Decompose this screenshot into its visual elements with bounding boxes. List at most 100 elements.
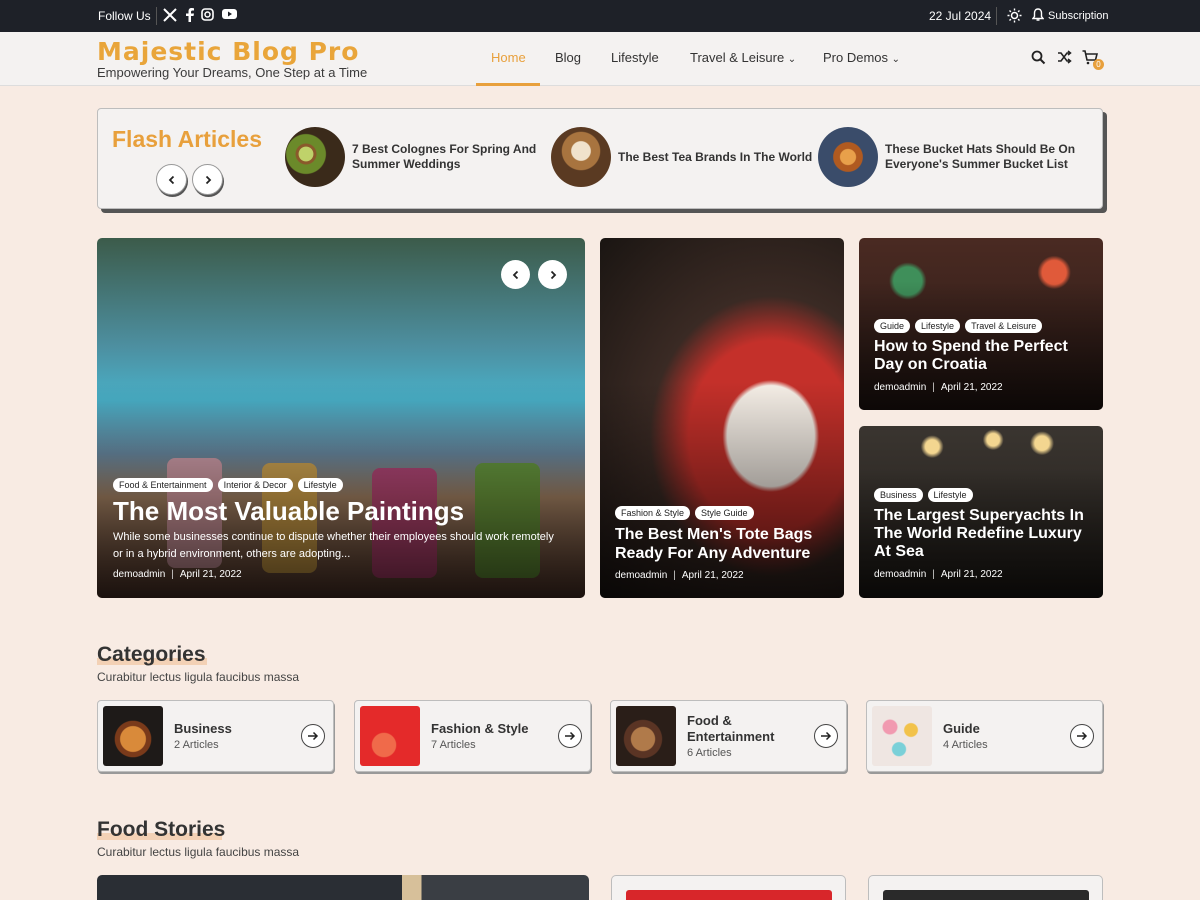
category-tag[interactable]: Guide [874, 319, 911, 333]
flash-prev-button[interactable] [156, 164, 187, 195]
post-title[interactable]: Ready For Any Adventure [615, 544, 812, 563]
category-tag[interactable]: Business [874, 488, 923, 502]
category-name: Fashion & Style [431, 721, 529, 736]
post-title[interactable]: At Sea [874, 543, 1084, 561]
chevron-left-icon [512, 270, 518, 279]
chevron-down-icon: ⌄ [891, 54, 901, 65]
category-tag[interactable]: Lifestyle [915, 319, 961, 333]
article-thumbnail [551, 127, 611, 187]
post-title[interactable]: Day on Croatia [874, 356, 1068, 374]
category-tag[interactable]: Lifestyle [297, 478, 343, 492]
image-overlay [600, 382, 844, 598]
post-title[interactable]: The Most Valuable Paintings [113, 496, 464, 527]
post-title[interactable]: The World Redefine Luxury [874, 525, 1084, 543]
post-author[interactable]: demoadmin [874, 569, 926, 580]
featured-post-main[interactable]: Food & Entertainment Interior & Decor Li… [97, 238, 585, 598]
category-tag[interactable]: Lifestyle [927, 488, 973, 502]
post-title[interactable]: The Largest Superyachts In [874, 507, 1084, 525]
youtube-icon[interactable] [222, 8, 238, 24]
article-title: Summer Weddings [352, 157, 461, 171]
article-title: 7 Best Colognes For Spring And [352, 142, 537, 156]
x-twitter-icon[interactable] [163, 8, 179, 24]
article-title: Everyone's Summer Bucket List [885, 157, 1068, 171]
post-title[interactable]: How to Spend the Perfect [874, 338, 1068, 356]
food-story-card[interactable] [868, 875, 1103, 900]
category-tag[interactable]: Interior & Decor [217, 478, 293, 492]
category-tag[interactable]: Fashion & Style [615, 506, 691, 520]
category-card-food-entertainment[interactable]: Food & Entertainment 6 Articles [610, 700, 847, 772]
nav-label: Travel & Leisure [690, 50, 785, 65]
featured-post[interactable]: Guide Lifestyle Travel & Leisure How to … [859, 238, 1103, 410]
arrow-right-icon[interactable] [1070, 724, 1094, 748]
flash-next-button[interactable] [192, 164, 223, 195]
arrow-right-icon[interactable] [558, 724, 582, 748]
arrow-right-icon[interactable] [814, 724, 838, 748]
arrow-right-icon[interactable] [301, 724, 325, 748]
food-story-card[interactable] [611, 875, 846, 900]
featured-post[interactable]: Fashion & Style Style Guide The Best Men… [600, 238, 844, 598]
bell-icon[interactable] [1031, 8, 1048, 24]
site-tagline: Empowering Your Dreams, One Step at a Ti… [97, 65, 368, 80]
post-date: April 21, 2022 [940, 382, 1003, 393]
category-name: Business [174, 721, 232, 736]
nav-home[interactable]: Home [491, 50, 526, 65]
category-card-guide[interactable]: Guide 4 Articles [866, 700, 1103, 772]
section-title-text: Categories [97, 643, 206, 666]
section-subtitle: Curabitur lectus ligula faucibus massa [97, 670, 300, 684]
category-count: 6 Articles [687, 747, 732, 759]
section-subtitle: Curabitur lectus ligula faucibus massa [97, 845, 300, 859]
flash-article-item[interactable]: These Bucket Hats Should Be On Everyone's… [818, 127, 1075, 187]
site-header: Majestic Blog Pro Empowering Your Dreams… [0, 32, 1200, 86]
category-card-fashion-style[interactable]: Fashion & Style 7 Articles [354, 700, 591, 772]
category-tag[interactable]: Travel & Leisure [965, 319, 1043, 333]
slider-next-button[interactable] [538, 260, 567, 289]
instagram-icon[interactable] [201, 8, 217, 24]
category-name-line: Entertainment [687, 729, 775, 744]
facebook-icon[interactable] [185, 8, 201, 24]
flash-articles-title: Flash Articles [112, 126, 262, 152]
article-title: These Bucket Hats Should Be On [885, 142, 1076, 156]
meta-separator: | [171, 569, 174, 580]
theme-toggle-sun-icon[interactable] [1007, 8, 1023, 24]
chevron-right-icon [205, 175, 211, 184]
search-icon[interactable] [1031, 50, 1048, 67]
section-title: Food Stories [97, 818, 225, 842]
post-author[interactable]: demoadmin [113, 569, 165, 580]
category-count: 2 Articles [174, 739, 219, 751]
subscription-link[interactable]: Subscription [1048, 10, 1109, 22]
category-tag[interactable]: Style Guide [695, 506, 754, 520]
category-tag[interactable]: Food & Entertainment [113, 478, 213, 492]
post-title[interactable]: The Best Men's Tote Bags [615, 525, 812, 544]
shuffle-icon[interactable] [1057, 50, 1074, 67]
section-title-text: Food Stories [97, 818, 226, 841]
article-thumbnail [818, 127, 878, 187]
flash-article-item[interactable]: 7 Best Colognes For Spring And Summer Wed… [285, 127, 536, 187]
slider-prev-button[interactable] [501, 260, 530, 289]
nav-blog[interactable]: Blog [555, 50, 581, 65]
category-thumbnail [616, 706, 676, 766]
post-author[interactable]: demoadmin [615, 570, 667, 581]
post-excerpt: While some businesses continue to disput… [113, 531, 554, 543]
category-name-line: Food & [687, 713, 732, 728]
top-bar: Follow Us 22 Jul 2024 Subscription [0, 0, 1200, 32]
meta-separator: | [932, 382, 935, 393]
category-name: Guide [943, 721, 980, 736]
active-nav-indicator [476, 83, 540, 86]
article-thumbnail [285, 127, 345, 187]
category-card-business[interactable]: Business 2 Articles [97, 700, 334, 772]
post-date: April 21, 2022 [179, 569, 242, 580]
nav-label: Pro Demos [823, 50, 889, 65]
category-thumbnail [103, 706, 163, 766]
flash-article-item[interactable]: The Best Tea Brands In The World [551, 127, 812, 187]
site-logo[interactable]: Majestic Blog Pro [97, 37, 359, 66]
featured-post[interactable]: Business Lifestyle The Largest Superyach… [859, 426, 1103, 598]
nav-pro-demos[interactable]: Pro Demos ⌄ [823, 50, 900, 65]
post-author[interactable]: demoadmin [874, 382, 926, 393]
category-name: Food & Entertainment [687, 713, 774, 745]
nav-travel-leisure[interactable]: Travel & Leisure ⌄ [690, 50, 796, 65]
meta-separator: | [932, 569, 935, 580]
food-story-card[interactable] [97, 875, 589, 900]
current-date: 22 Jul 2024 [929, 9, 992, 23]
nav-lifestyle[interactable]: Lifestyle [611, 50, 659, 65]
article-title: The Best Tea Brands In The World [618, 149, 813, 164]
